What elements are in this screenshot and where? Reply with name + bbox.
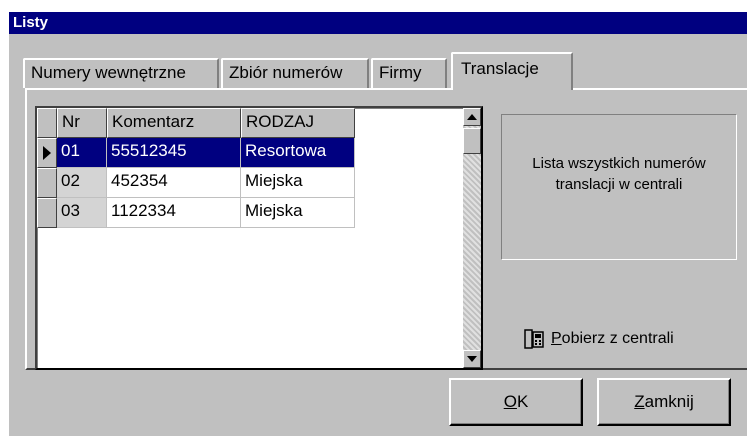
ok-button[interactable]: OK <box>449 378 583 426</box>
window-title: Listy <box>9 12 747 34</box>
column-header-nr[interactable]: Nr <box>57 108 107 138</box>
ok-accesskey: O <box>503 392 517 411</box>
close-accesskey: Z <box>634 392 645 411</box>
scrollbar-thumb[interactable] <box>463 128 481 154</box>
close-label: amknij <box>644 392 694 411</box>
table-cell-nr[interactable]: 03 <box>57 198 107 228</box>
row-indicator[interactable] <box>37 168 57 198</box>
fetch-label: obierz z centrali <box>561 330 674 347</box>
dialog-window: Listy Numery wewnętrzne Zbiór numerów Fi… <box>8 12 747 436</box>
info-line-2: translacji w centrali <box>555 176 683 193</box>
row-indicator[interactable] <box>37 198 57 228</box>
table-cell-komentarz[interactable]: 55512345 <box>107 138 241 168</box>
tab-numery-wewnetrzne[interactable]: Numery wewnętrzne <box>23 58 219 88</box>
scroll-down-button[interactable] <box>463 350 481 368</box>
scroll-up-button[interactable] <box>463 108 481 126</box>
vertical-scrollbar[interactable] <box>463 108 481 368</box>
ok-label: K <box>516 392 529 411</box>
column-header-rodzaj[interactable]: RODZAJ <box>241 108 355 138</box>
arrow-down-icon <box>467 356 477 362</box>
phone-icon <box>524 329 544 349</box>
arrow-up-icon <box>467 114 477 120</box>
fetch-from-exchange-button[interactable]: Pobierz z centrali <box>523 324 737 354</box>
row-indicator[interactable] <box>37 138 57 168</box>
translation-grid[interactable]: Nr Komentarz RODZAJ 01 55512345 Resortow… <box>35 106 483 370</box>
info-line-1: Lista wszystkich numerów <box>532 155 706 172</box>
table-cell-rodzaj[interactable]: Resortowa <box>241 138 355 168</box>
tab-firmy[interactable]: Firmy <box>371 58 447 88</box>
table-cell-komentarz[interactable]: 1122334 <box>107 198 241 228</box>
row-indicator-header <box>37 108 57 138</box>
table-cell-rodzaj[interactable]: Miejska <box>241 198 355 228</box>
tab-zbior-numerow[interactable]: Zbiór numerów <box>221 58 369 88</box>
table-cell-komentarz[interactable]: 452354 <box>107 168 241 198</box>
table-cell-nr[interactable]: 02 <box>57 168 107 198</box>
table-cell-nr[interactable]: 01 <box>57 138 107 168</box>
tab-translacje[interactable]: Translacje <box>451 52 573 90</box>
fetch-accesskey: P <box>551 330 562 347</box>
close-button[interactable]: Zamknij <box>597 378 731 426</box>
table-cell-rodzaj[interactable]: Miejska <box>241 168 355 198</box>
tab-panel-translacje: Nr Komentarz RODZAJ 01 55512345 Resortow… <box>25 88 747 370</box>
current-row-arrow-icon <box>43 146 51 160</box>
column-header-komentarz[interactable]: Komentarz <box>107 108 241 138</box>
info-panel: Lista wszystkich numerów translacji w ce… <box>501 114 737 260</box>
